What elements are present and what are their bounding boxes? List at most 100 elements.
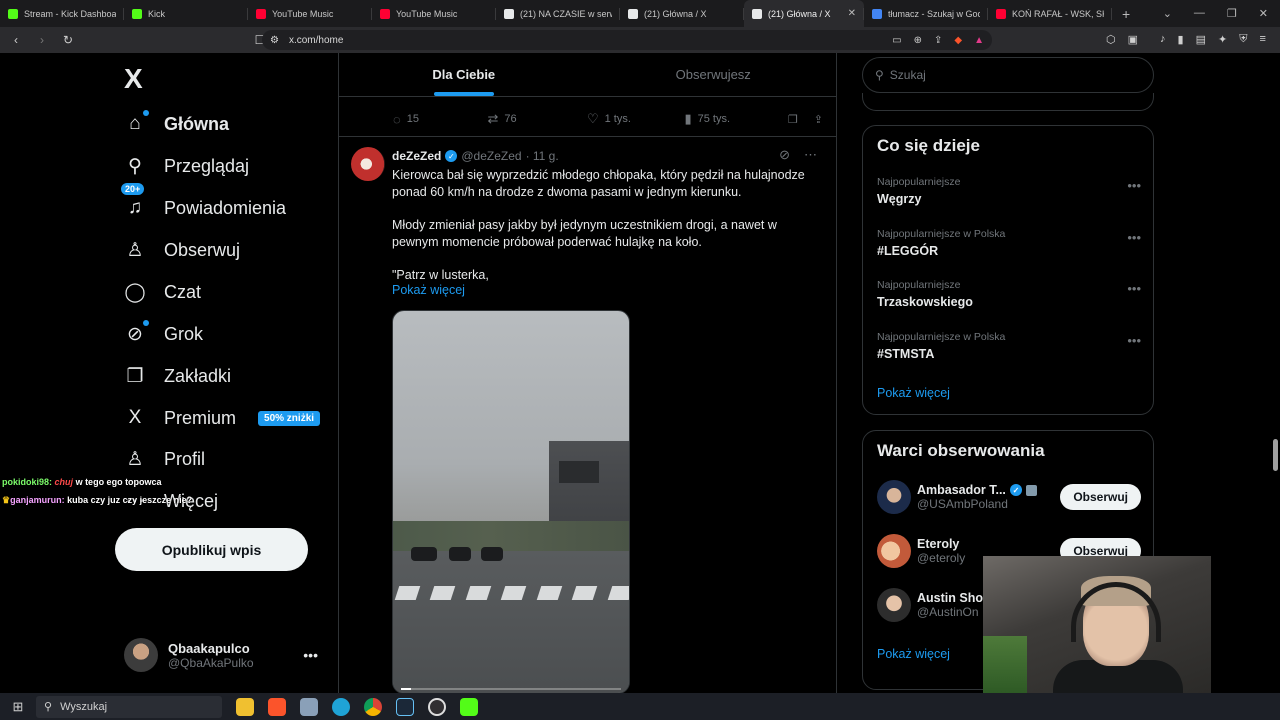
- sidebar-item-grok[interactable]: ⊘ Grok: [124, 319, 203, 349]
- windows-start-icon[interactable]: ⊞: [0, 699, 36, 715]
- more-icon[interactable]: ⋯: [804, 147, 817, 163]
- trend-item[interactable]: Najpopularniejsze w Polska #LEGGÓR •••: [877, 228, 1141, 258]
- scrollbar-thumb[interactable]: [1273, 439, 1278, 471]
- show-more-link[interactable]: Pokaż więcej: [392, 283, 465, 297]
- trend-item[interactable]: Najpopularniejsze Węgrzy •••: [877, 176, 1141, 206]
- trend-item[interactable]: Najpopularniejsze w Polska #STMSTA •••: [877, 331, 1141, 361]
- forward-icon[interactable]: ›: [32, 33, 52, 47]
- tab-title: Kick: [148, 8, 166, 19]
- views-button[interactable]: ▮ 75 tys.: [684, 111, 787, 127]
- tweet-author-name[interactable]: deZeZed: [392, 149, 441, 163]
- bookmark-icon[interactable]: ❐: [788, 113, 814, 126]
- browser-tab[interactable]: YouTube Music: [248, 0, 372, 27]
- file-explorer-icon[interactable]: [236, 697, 254, 716]
- ai-icon[interactable]: ✦: [1218, 33, 1227, 46]
- close-tab-icon[interactable]: ✕: [848, 8, 856, 19]
- suggested-account[interactable]: Ambasador T... ✓ @USAmbPoland Obserwuj: [877, 479, 1141, 515]
- sidebar-item-chat-bubble[interactable]: ◯ Czat: [124, 277, 201, 307]
- wallet-icon[interactable]: ▤: [1196, 33, 1206, 46]
- browser-tab[interactable]: KOŃ RAFAŁ - WSK, SKARB: [988, 0, 1112, 27]
- tweet-time[interactable]: · 11 g.: [526, 149, 559, 163]
- video-progress-bar[interactable]: [401, 688, 621, 690]
- browser-tab[interactable]: Kick: [124, 0, 248, 27]
- app-icon[interactable]: [300, 697, 318, 716]
- tab-search-icon[interactable]: ⌄: [1163, 7, 1172, 20]
- browser-tab[interactable]: Stream - Kick Dashboard: [0, 0, 124, 27]
- who-to-follow-show-more[interactable]: Pokaż więcej: [877, 647, 950, 661]
- trend-context: Najpopularniejsze: [877, 176, 961, 188]
- back-icon[interactable]: ‹: [6, 33, 26, 47]
- sidebar-item-home[interactable]: ⌂ Główna: [124, 109, 229, 139]
- search-input[interactable]: ⚲ Szukaj: [862, 57, 1154, 93]
- brave-shield-icon[interactable]: ◆: [954, 35, 962, 46]
- vpn-icon[interactable]: ⛨: [1239, 33, 1247, 46]
- tab-for-you[interactable]: Dla Ciebie: [339, 53, 589, 96]
- trends-show-more[interactable]: Pokaż więcej: [877, 386, 950, 400]
- post-button[interactable]: Opublikuj wpis: [115, 528, 308, 571]
- more-icon[interactable]: •••: [1127, 333, 1141, 348]
- browser-tab[interactable]: tłumacz - Szukaj w Google: [864, 0, 988, 27]
- brave-browser-icon[interactable]: [268, 697, 286, 716]
- more-icon[interactable]: •••: [1127, 281, 1141, 296]
- tweet-avatar[interactable]: [351, 147, 385, 181]
- account-switcher[interactable]: Qbaakapulco @QbaAkaPulko •••: [124, 638, 324, 672]
- sidebar-item-bell[interactable]: ♫ 20+ Powiadomienia: [120, 182, 286, 223]
- browser-tab[interactable]: (21) Główna / X ✕: [744, 0, 864, 27]
- tab-following[interactable]: Obserwujesz: [589, 53, 837, 96]
- tab-favicon-icon: [8, 8, 18, 19]
- zoom-icon[interactable]: ⊕: [914, 35, 922, 46]
- sidebar-item-profile[interactable]: ♙ Profil: [124, 444, 205, 474]
- edge-icon[interactable]: [332, 697, 350, 716]
- sidebar-item-person-add[interactable]: ♙ Obserwuj: [124, 235, 240, 265]
- suggested-handle: @eteroly: [917, 551, 966, 565]
- close-window-icon[interactable]: ✕: [1259, 7, 1268, 20]
- tweet-author-handle[interactable]: @deZeZed: [461, 149, 521, 163]
- tab-title: KOŃ RAFAŁ - WSK, SKARB: [1012, 8, 1104, 19]
- more-icon[interactable]: •••: [303, 647, 318, 663]
- sidebar-item-bookmark[interactable]: ❐ Zakładki: [124, 361, 231, 391]
- reply-button[interactable]: ◌ 15: [393, 112, 488, 127]
- extension-icon[interactable]: ⬡: [1106, 33, 1116, 46]
- grok-icon[interactable]: ⊘: [779, 147, 790, 163]
- share-icon[interactable]: ⇪: [814, 113, 823, 126]
- music-icon[interactable]: ♪: [1160, 33, 1166, 46]
- brave-rewards-icon[interactable]: ▲: [974, 35, 984, 46]
- taskbar-search[interactable]: ⚲ Wyszukaj: [36, 695, 222, 718]
- tweet-video[interactable]: [392, 310, 630, 693]
- share-icon[interactable]: ⇪: [934, 35, 942, 46]
- sidebar-item-search[interactable]: ⚲ Przeglądaj: [124, 151, 249, 181]
- site-info-icon[interactable]: ⚙: [270, 35, 279, 46]
- x-logo[interactable]: X: [124, 63, 143, 95]
- menu-icon[interactable]: ≡: [1259, 33, 1265, 46]
- follow-button[interactable]: Obserwuj: [1060, 484, 1141, 510]
- browser-tab[interactable]: (21) Główna / X: [620, 0, 744, 27]
- cast-icon[interactable]: ▭: [892, 35, 901, 46]
- taskbar-apps: [236, 697, 478, 716]
- tweet-header: deZeZed ✓ @deZeZed · 11 g.: [392, 149, 559, 163]
- browser-tab[interactable]: YouTube Music: [372, 0, 496, 27]
- page-scrollbar[interactable]: [1270, 53, 1280, 693]
- address-bar[interactable]: ⚙ x.com/home ▭ ⊕ ⇪ ◆ ▲: [262, 30, 992, 50]
- more-icon[interactable]: •••: [1127, 178, 1141, 193]
- obs-icon[interactable]: [428, 697, 446, 716]
- browser-tab[interactable]: (21) NA CZASIE w serwisie: [496, 0, 620, 27]
- sidebar-icon[interactable]: ▮: [1178, 33, 1184, 46]
- video-scene-road: [393, 551, 629, 693]
- repost-button[interactable]: ⇄ 76: [488, 111, 587, 127]
- sidebar-item-label: Grok: [164, 323, 204, 344]
- reload-icon[interactable]: ↻: [58, 33, 78, 47]
- more-icon[interactable]: •••: [1127, 230, 1141, 245]
- minimize-icon[interactable]: —: [1194, 7, 1205, 20]
- tab-favicon-icon: [132, 8, 142, 19]
- screenshot-icon[interactable]: ▣: [1128, 33, 1138, 46]
- video-scene-car: [481, 547, 503, 561]
- new-tab-icon[interactable]: +: [1112, 6, 1140, 22]
- steam-icon[interactable]: [396, 697, 414, 716]
- like-button[interactable]: ♡ 1 tys.: [587, 111, 684, 127]
- trend-item[interactable]: Najpopularniejsze Trzaskowskiego •••: [877, 279, 1141, 309]
- restore-icon[interactable]: ❐: [1227, 7, 1237, 20]
- kick-icon[interactable]: [460, 697, 478, 716]
- chrome-icon[interactable]: [364, 697, 382, 716]
- tab-title: tłumacz - Szukaj w Google: [888, 8, 980, 19]
- sidebar-item-x-premium[interactable]: X Premium 50% zniżki: [124, 403, 321, 433]
